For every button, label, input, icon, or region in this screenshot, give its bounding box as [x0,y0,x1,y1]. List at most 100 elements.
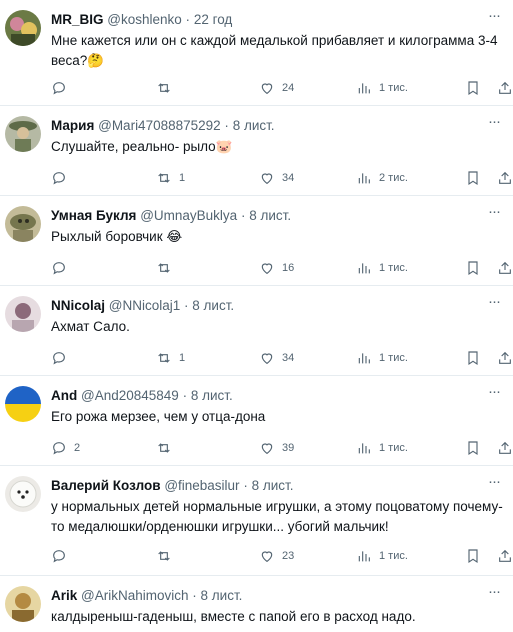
share-icon [499,81,511,94]
share-button[interactable] [497,79,513,97]
retweet-button[interactable] [156,79,179,97]
reply-button[interactable] [51,349,74,367]
retweet-button[interactable]: 1 [156,169,185,187]
timestamp[interactable]: 8 лист. [252,478,294,493]
share-button[interactable] [497,349,513,367]
more-options-icon[interactable]: ··· [485,204,503,220]
separator-dot: · [182,388,188,403]
user-handle[interactable]: @And20845849 [81,388,179,403]
user-name[interactable]: And [51,388,77,403]
views-button[interactable]: 1 тис. [356,79,408,97]
user-name[interactable]: Мария [51,118,94,133]
avatar[interactable] [5,206,41,242]
action-bar: 2 39 1 тис. [51,439,513,457]
views-button[interactable]: 1 тис. [356,547,408,565]
views-count: 1 тис. [379,262,408,274]
share-button[interactable] [497,547,513,565]
timestamp[interactable]: 8 лист. [233,118,275,133]
tweet[interactable]: Умная Букля @UmnayBuklya · 8 лист. ··· Р… [0,196,513,286]
share-button[interactable] [497,439,513,457]
user-name[interactable]: NNicolaj [51,298,105,313]
like-button[interactable]: 16 [259,259,294,277]
bookmark-button[interactable] [465,349,481,367]
bookmark-button[interactable] [465,439,481,457]
reply-button[interactable] [51,169,74,187]
reply-button[interactable]: 2 [51,439,80,457]
views-button[interactable]: 2 тис. [356,169,408,187]
user-name[interactable]: MR_BIG [51,12,104,27]
more-options-icon[interactable]: ··· [485,294,503,310]
share-icon [499,351,511,364]
tweet[interactable]: Мария @Mari47088875292 · 8 лист. ··· Слу… [0,106,513,196]
avatar[interactable] [5,10,41,46]
timestamp[interactable]: 22 год [194,12,232,27]
like-button[interactable]: 23 [259,547,294,565]
reply-button[interactable] [51,79,74,97]
retweet-button[interactable] [156,259,179,277]
bookmark-button[interactable] [465,259,481,277]
avatar[interactable] [5,116,41,152]
avatar[interactable] [5,386,41,422]
reply-icon [53,352,65,365]
retweet-icon [158,443,170,453]
timestamp[interactable]: 8 лист. [192,298,234,313]
tweet[interactable]: Валерий Козлов @finebasilur · 8 лист. ··… [0,466,513,576]
share-button[interactable] [497,169,513,187]
views-button[interactable]: 1 тис. [356,349,408,367]
user-handle[interactable]: @NNicolaj1 [109,298,180,313]
user-handle[interactable]: @Mari47088875292 [98,118,221,133]
action-bar: 23 1 тис. [51,547,513,565]
separator-dot: · [224,118,229,133]
heart-icon [261,263,273,275]
action-bar: 1 34 2 тис. [51,169,513,187]
more-options-icon[interactable]: ··· [485,584,503,600]
retweet-button[interactable]: 1 [156,349,185,367]
more-options-icon[interactable]: ··· [485,474,503,490]
user-handle[interactable]: @UmnayBuklya [140,208,237,223]
bookmark-button[interactable] [465,79,481,97]
avatar[interactable] [5,296,41,332]
user-handle[interactable]: @finebasilur [164,478,239,493]
user-handle[interactable]: @ArikNahimovich [81,588,188,603]
timestamp[interactable]: 8 лист. [249,208,291,223]
tweet-header: And @And20845849 · 8 лист. [51,388,483,404]
like-button[interactable]: 34 [259,169,294,187]
retweet-button[interactable] [156,547,179,565]
share-icon [499,171,511,184]
more-options-icon[interactable]: ··· [485,384,503,400]
reply-icon [53,172,65,185]
heart-icon [261,551,273,563]
like-button[interactable]: 39 [259,439,294,457]
retweet-icon [158,83,170,93]
tweet-header: MR_BIG @koshlenko · 22 год [51,12,483,28]
timestamp[interactable]: 8 лист. [201,588,243,603]
reply-button[interactable] [51,547,74,565]
more-options-icon[interactable]: ··· [485,8,503,24]
bookmark-button[interactable] [465,169,481,187]
user-handle[interactable]: @koshlenko [107,12,182,27]
timestamp[interactable]: 8 лист. [191,388,233,403]
tweet[interactable]: MR_BIG @koshlenko · 22 год ··· Мне кажет… [0,0,513,106]
retweet-button[interactable] [156,439,179,457]
tweet[interactable]: NNicolaj @NNicolaj1 · 8 лист. ··· Ахмат … [0,286,513,376]
reply-icon [53,550,65,563]
reply-button[interactable] [51,259,74,277]
like-button[interactable]: 34 [259,349,294,367]
avatar[interactable] [5,586,41,622]
like-button[interactable]: 24 [259,79,294,97]
user-name[interactable]: Валерий Козлов [51,478,161,493]
share-button[interactable] [497,259,513,277]
separator-dot: · [192,588,197,603]
views-count: 1 тис. [379,352,408,364]
user-name[interactable]: Arik [51,588,77,603]
more-options-icon[interactable]: ··· [485,114,503,130]
avatar[interactable] [5,476,41,512]
bookmark-button[interactable] [465,547,481,565]
views-button[interactable]: 1 тис. [356,439,408,457]
tweet-text: у нормальных детей нормальные игрушки, а… [51,499,503,534]
tweet[interactable]: And @And20845849 · 8 лист. ··· Его рожа … [0,376,513,466]
like-count: 39 [282,442,295,454]
user-name[interactable]: Умная Букля [51,208,136,223]
tweet[interactable]: Arik @ArikNahimovich · 8 лист. ··· калды… [0,576,513,632]
views-button[interactable]: 1 тис. [356,259,408,277]
